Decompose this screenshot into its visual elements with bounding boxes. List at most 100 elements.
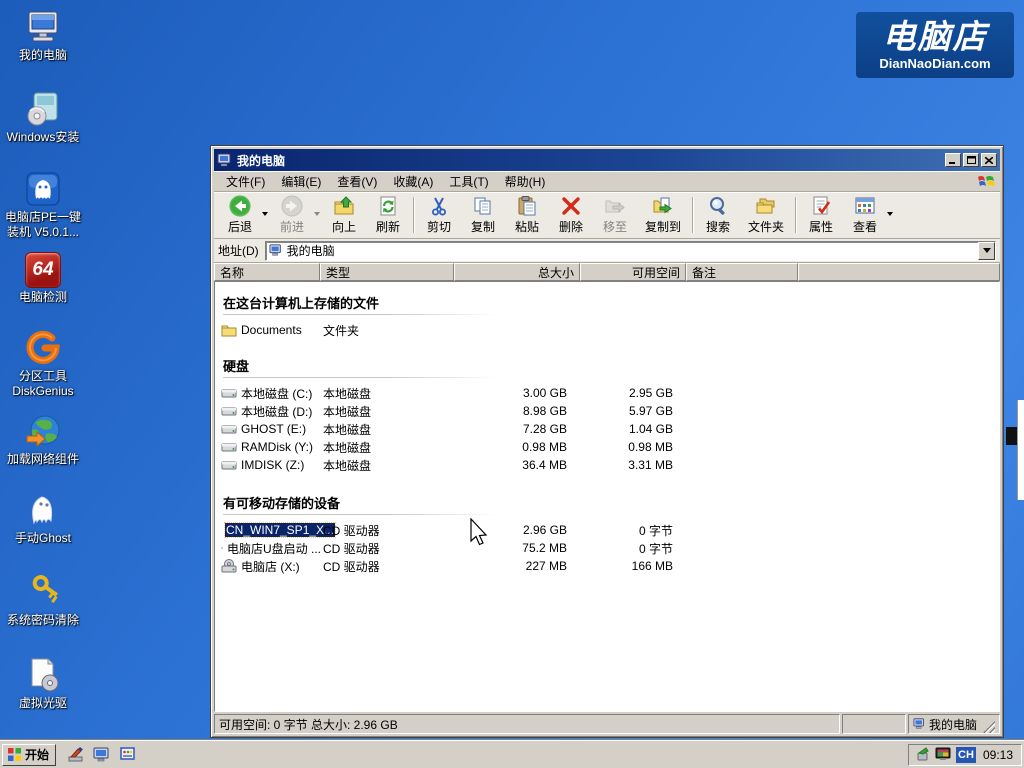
views-button[interactable]: 查看 (843, 194, 887, 236)
item-name: Documents (241, 323, 302, 337)
item-free: 0 字节 (581, 522, 687, 539)
item-type: 文件夹 (321, 322, 455, 339)
column-header-free[interactable]: 可用空间 (580, 263, 686, 281)
item-name: 电脑店 (X:) (241, 558, 300, 575)
cd-row-selected[interactable]: CN_WIN7_SP1_X... CD 驱动器 2.96 GB 0 字节 (215, 521, 999, 539)
item-name: 本地磁盘 (C:) (241, 385, 312, 402)
address-dropdown-button[interactable] (978, 242, 995, 260)
desktop-icon-password-clear[interactable]: 系统密码清除 (0, 571, 86, 628)
drive-row-e[interactable]: GHOST (E:) 本地磁盘 7.28 GB 1.04 GB (215, 420, 999, 438)
folders-button[interactable]: 文件夹 (740, 194, 792, 236)
cut-button[interactable]: 剪切 (417, 194, 461, 236)
drive-row-z[interactable]: IMDISK (Z:) 本地磁盘 36.4 MB 3.31 MB (215, 456, 999, 474)
column-header-filler (798, 263, 1000, 281)
copy-button[interactable]: 复制 (461, 194, 505, 236)
menu-tools[interactable]: 工具(T) (441, 171, 496, 192)
hard-drive-icon (221, 387, 237, 399)
maximize-button[interactable] (963, 153, 979, 167)
desktop-icon-diskgenius[interactable]: 分区工具 DiskGenius (0, 327, 86, 399)
properties-button[interactable]: 属性 (799, 194, 843, 236)
views-dropdown[interactable] (887, 212, 893, 216)
desktop-icon-virtual-cdrom[interactable]: 虚拟光驱 (0, 654, 86, 711)
quicklaunch-brush-icon[interactable] (66, 746, 84, 764)
paste-button[interactable]: 粘贴 (505, 194, 549, 236)
forward-button[interactable]: 前进 (270, 194, 314, 236)
desktop-icon-label: 系统密码清除 (7, 613, 79, 628)
item-size: 227 MB (455, 559, 581, 573)
drive-row-c[interactable]: 本地磁盘 (C:) 本地磁盘 3.00 GB 2.95 GB (215, 384, 999, 402)
desktop-icon-my-computer[interactable]: 我的电脑 (0, 6, 86, 63)
delete-button[interactable]: 删除 (549, 194, 593, 236)
menu-favorites[interactable]: 收藏(A) (385, 171, 441, 192)
hard-drive-icon (221, 441, 237, 453)
quicklaunch-display-icon[interactable] (118, 746, 136, 764)
logo-title: 电脑店 (883, 20, 988, 53)
item-free: 1.04 GB (581, 422, 687, 436)
right-edge-artifact-dark (1006, 427, 1017, 445)
diskgenius-icon (24, 327, 62, 367)
network-globe-icon (24, 410, 62, 450)
copy-to-button[interactable]: 复制到 (637, 194, 689, 236)
item-size: 75.2 MB (455, 541, 581, 555)
item-free: 0 字节 (581, 540, 687, 557)
desktop-icon-pc-check[interactable]: 64 电脑检测 (0, 248, 86, 305)
start-label: 开始 (25, 746, 49, 763)
quick-launch (66, 746, 136, 764)
safely-remove-icon[interactable] (915, 747, 930, 762)
desktop-icon-label: 手动Ghost (15, 531, 71, 546)
logo-subtitle: DianNaoDian.com (879, 56, 990, 71)
right-edge-artifact (1017, 400, 1024, 500)
views-icon (854, 195, 876, 217)
desktop-icon-pe-installer[interactable]: 电脑店PE一键 装机 V5.0.1... (0, 168, 86, 240)
window-titlebar[interactable]: 我的电脑 (214, 149, 1000, 171)
menu-file[interactable]: 文件(F) (218, 171, 273, 192)
drive-row-d[interactable]: 本地磁盘 (D:) 本地磁盘 8.98 GB 5.97 GB (215, 402, 999, 420)
quicklaunch-desktop-icon[interactable] (92, 746, 110, 764)
windows-install-icon (24, 88, 62, 128)
cd-row-usb-boot[interactable]: 电脑店U盘启动 ... CD 驱动器 75.2 MB 0 字节 (215, 539, 999, 557)
desktop-icon-label: 分区工具 DiskGenius (12, 369, 73, 399)
menu-bar: 文件(F) 编辑(E) 查看(V) 收藏(A) 工具(T) 帮助(H) (214, 171, 1000, 192)
back-dropdown[interactable] (262, 212, 268, 216)
close-button[interactable] (981, 153, 997, 167)
drive-row-y[interactable]: RAMDisk (Y:) 本地磁盘 0.98 MB 0.98 MB (215, 438, 999, 456)
item-free: 166 MB (581, 559, 687, 573)
status-zone-label: 我的电脑 (929, 716, 977, 733)
up-button[interactable]: 向上 (322, 194, 366, 236)
desktop-icon-windows-install[interactable]: Windows安装 (0, 88, 86, 145)
menu-help[interactable]: 帮助(H) (497, 171, 554, 192)
search-icon (707, 195, 729, 217)
resize-grip[interactable] (983, 721, 995, 733)
pc-check-64-icon: 64 (25, 248, 61, 288)
list-item-documents[interactable]: Documents 文件夹 (215, 321, 999, 339)
language-indicator[interactable]: CH (956, 747, 976, 763)
address-value: 我的电脑 (287, 242, 978, 259)
cd-row-x[interactable]: 电脑店 (X:) CD 驱动器 227 MB 166 MB (215, 557, 999, 575)
minimize-button[interactable] (945, 153, 961, 167)
column-header-size[interactable]: 总大小 (454, 263, 580, 281)
back-button[interactable]: 后退 (218, 194, 262, 236)
address-input[interactable]: 我的电脑 (265, 241, 996, 261)
window-computer-icon (217, 153, 233, 168)
start-button[interactable]: 开始 (2, 744, 56, 766)
address-label: 地址(D) (218, 242, 259, 259)
start-logo-icon (7, 747, 22, 762)
column-header-type[interactable]: 类型 (320, 263, 454, 281)
desktop-icon-manual-ghost[interactable]: 手动Ghost (0, 489, 86, 546)
column-header-name[interactable]: 名称 (214, 263, 320, 281)
forward-dropdown[interactable] (314, 212, 320, 216)
item-free: 2.95 GB (581, 386, 687, 400)
menu-edit[interactable]: 编辑(E) (273, 171, 329, 192)
refresh-button[interactable]: 刷新 (366, 194, 410, 236)
item-name: 本地磁盘 (D:) (241, 403, 312, 420)
move-to-button[interactable]: 移至 (593, 194, 637, 236)
search-button[interactable]: 搜索 (696, 194, 740, 236)
display-tray-icon[interactable] (935, 747, 951, 762)
scissors-icon (428, 195, 450, 217)
desktop-icon-load-network[interactable]: 加载网络组件 (0, 410, 86, 467)
menu-view[interactable]: 查看(V) (329, 171, 385, 192)
item-size: 2.96 GB (455, 523, 581, 537)
item-name-selected: CN_WIN7_SP1_X... (225, 523, 335, 537)
item-name: GHOST (E:) (241, 422, 306, 436)
column-header-remark[interactable]: 备注 (686, 263, 798, 281)
